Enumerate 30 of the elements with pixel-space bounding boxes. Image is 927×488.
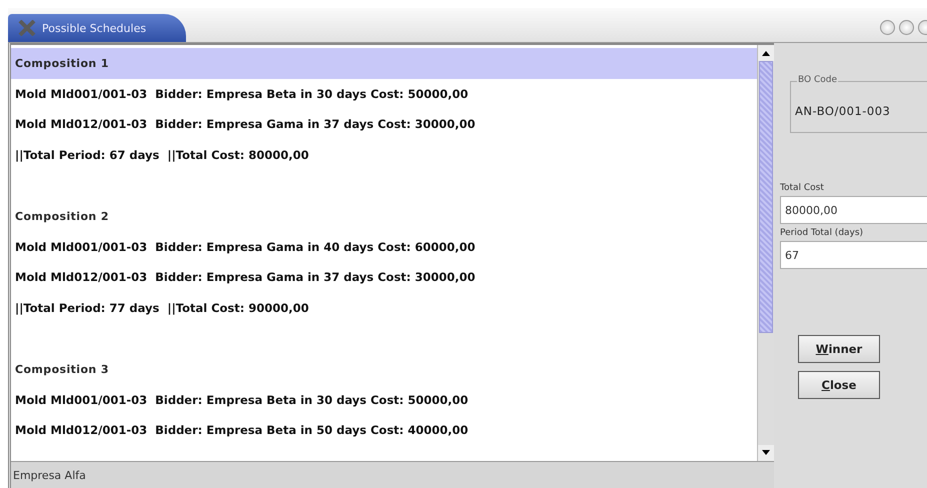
schedule-line[interactable]: Mold Mld012/001-03 Bidder: Empresa Gama in 37 days Cost: 30000,00: [15, 270, 476, 284]
scroll-down-button[interactable]: [758, 445, 774, 461]
close-dialog-button[interactable]: Close: [798, 371, 880, 399]
winner-button[interactable]: Winner: [798, 335, 880, 363]
minimize-button[interactable]: [880, 20, 895, 34]
down-arrow-icon: [762, 450, 770, 456]
schedule-line[interactable]: Mold Mld001/001-03 Bidder: Empresa Gama in 40 days Cost: 60000,00: [15, 240, 476, 254]
schedule-line[interactable]: ||Total Period: 67 days ||Total Cost: 80000,00: [15, 148, 309, 162]
maximize-button[interactable]: [899, 20, 914, 34]
field-label: Period Total (days): [780, 228, 864, 238]
x-logo-icon: [18, 20, 36, 36]
scroll-thumb[interactable]: [759, 61, 773, 333]
status-text: Empresa Alfa: [13, 468, 86, 482]
schedule-line[interactable]: ||Total Period: 77 days ||Total Cost: 90000,00: [15, 301, 309, 316]
group-label: BO Code: [797, 75, 838, 85]
scrollbar[interactable]: [757, 45, 774, 461]
schedule-line[interactable]: Mold Mld001/001-03 Bidder: Empresa Beta in 30 days Cost: 50000,00: [15, 86, 468, 101]
composition-heading[interactable]: Composition 3: [15, 362, 109, 376]
input-field[interactable]: 80000,00: [780, 196, 927, 224]
schedule-line[interactable]: Mold Mld001/001-03 Bidder: Empresa Beta in 30 days Cost: 50000,00: [15, 392, 468, 407]
schedule-line[interactable]: Mold Mld012/001-03 Bidder: Empresa Beta in 50 days Cost: 40000,00: [15, 423, 468, 438]
schedule-line[interactable]: Mold Mld012/001-03 Bidder: Empresa Gama in 37 days Cost: 30000,00: [15, 117, 476, 132]
composition-heading[interactable]: Composition 1: [15, 56, 109, 70]
scroll-up-button[interactable]: [758, 45, 774, 61]
bo-code-value: AN-BO/001-003: [795, 104, 890, 118]
composition-heading[interactable]: Composition 2: [15, 210, 109, 223]
window-title: Possible Schedules: [42, 22, 146, 34]
up-arrow-icon: [762, 50, 770, 56]
input-field[interactable]: 67: [780, 241, 927, 269]
field-label: Total Cost: [780, 183, 825, 193]
